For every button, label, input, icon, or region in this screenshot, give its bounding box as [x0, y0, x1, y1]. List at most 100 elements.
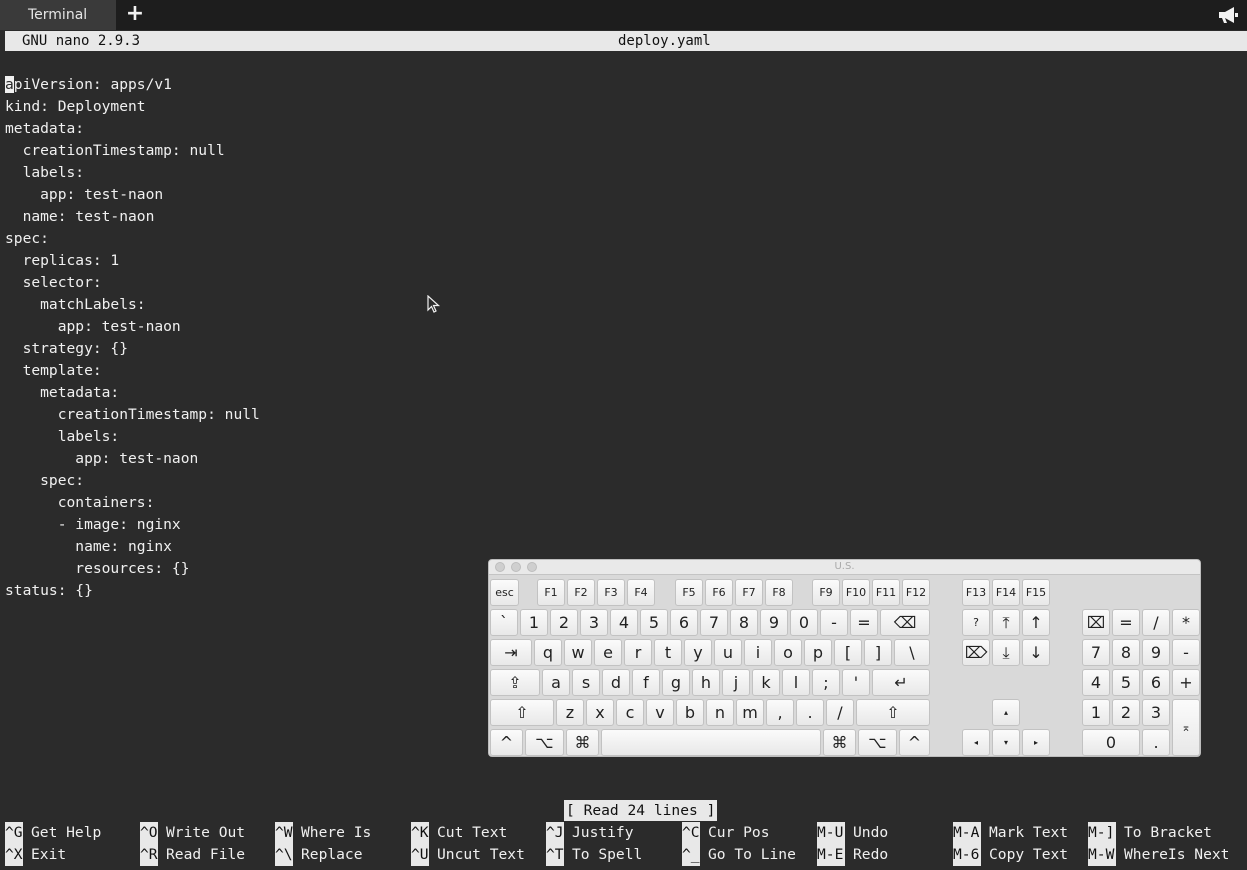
shortcut-get-help[interactable]: ^G Get Help: [5, 822, 101, 844]
key-arrow-up[interactable]: ▴: [992, 699, 1020, 726]
shortcut-whereis-next[interactable]: M-W WhereIs Next: [1088, 844, 1229, 866]
key-numpad-clear[interactable]: ⌧: [1082, 609, 1110, 636]
key-a[interactable]: a: [542, 669, 570, 696]
key-left-control[interactable]: ^: [490, 729, 523, 756]
key-page-up[interactable]: ⤒: [992, 609, 1020, 636]
key-f6[interactable]: F6: [705, 579, 733, 606]
key-m[interactable]: m: [736, 699, 764, 726]
key-esc[interactable]: esc: [490, 579, 519, 606]
key-arrow-left[interactable]: ◂: [962, 729, 990, 756]
key-r[interactable]: r: [624, 639, 652, 666]
key-tab[interactable]: ⇥: [490, 639, 532, 666]
key-right-option[interactable]: ⌥: [858, 729, 897, 756]
key-numpad-decimal[interactable]: .: [1142, 729, 1170, 756]
key-7[interactable]: 7: [700, 609, 728, 636]
shortcut-undo[interactable]: M-U Undo: [817, 822, 888, 844]
editor-buffer[interactable]: apiVersion: apps/v1 kind: Deployment met…: [5, 74, 1245, 602]
key-f3[interactable]: F3: [597, 579, 625, 606]
key-o[interactable]: o: [774, 639, 802, 666]
key-f15[interactable]: F15: [1022, 579, 1050, 606]
key-numpad-4[interactable]: 4: [1082, 669, 1110, 696]
shortcut-go-to-line[interactable]: ^_ Go To Line: [682, 844, 796, 866]
key-i[interactable]: i: [744, 639, 772, 666]
key-numpad-6[interactable]: 6: [1142, 669, 1170, 696]
megaphone-icon[interactable]: [1217, 6, 1239, 24]
key-f[interactable]: f: [632, 669, 660, 696]
shortcut-mark-text[interactable]: M-A Mark Text: [953, 822, 1068, 844]
key-f9[interactable]: F9: [812, 579, 840, 606]
key-equals[interactable]: =: [850, 609, 878, 636]
key-9[interactable]: 9: [760, 609, 788, 636]
key-f10[interactable]: F10: [842, 579, 870, 606]
key-help[interactable]: ?: [962, 609, 990, 636]
key-backtick[interactable]: `: [490, 609, 518, 636]
key-numpad-3[interactable]: 3: [1142, 699, 1170, 726]
key-right-shift[interactable]: ⇧: [856, 699, 930, 726]
key-6[interactable]: 6: [670, 609, 698, 636]
key-d[interactable]: d: [602, 669, 630, 696]
shortcut-where-is[interactable]: ^W Where Is: [275, 822, 371, 844]
close-window-icon[interactable]: [495, 562, 505, 572]
key-minus[interactable]: -: [820, 609, 848, 636]
shortcut-to-spell[interactable]: ^T To Spell: [546, 844, 642, 866]
key-left-option[interactable]: ⌥: [525, 729, 564, 756]
key-b[interactable]: b: [676, 699, 704, 726]
key-f2[interactable]: F2: [567, 579, 595, 606]
key-s[interactable]: s: [572, 669, 600, 696]
key-arrow-down[interactable]: ▾: [992, 729, 1020, 756]
key-c[interactable]: c: [616, 699, 644, 726]
zoom-window-icon[interactable]: [527, 562, 537, 572]
key-q[interactable]: q: [534, 639, 562, 666]
key-left-shift[interactable]: ⇧: [490, 699, 554, 726]
key-p[interactable]: p: [804, 639, 832, 666]
key-numpad-minus[interactable]: -: [1172, 639, 1200, 666]
key-numpad-multiply[interactable]: *: [1172, 609, 1200, 636]
key-numpad-8[interactable]: 8: [1112, 639, 1140, 666]
key-5[interactable]: 5: [640, 609, 668, 636]
key-numpad-1[interactable]: 1: [1082, 699, 1110, 726]
shortcut-write-out[interactable]: ^O Write Out: [140, 822, 245, 844]
key-page-down[interactable]: ⤓: [992, 639, 1020, 666]
key-4[interactable]: 4: [610, 609, 638, 636]
key-0[interactable]: 0: [790, 609, 818, 636]
key-f7[interactable]: F7: [735, 579, 763, 606]
key-numpad-7[interactable]: 7: [1082, 639, 1110, 666]
shortcut-justify[interactable]: ^J Justify: [546, 822, 634, 844]
key-backslash[interactable]: \: [894, 639, 930, 666]
key-right-command[interactable]: ⌘: [823, 729, 856, 756]
key-numpad-plus[interactable]: +: [1172, 669, 1200, 696]
key-left-command[interactable]: ⌘: [566, 729, 599, 756]
shortcut-exit[interactable]: ^X Exit: [5, 844, 66, 866]
key-t[interactable]: t: [654, 639, 682, 666]
key-2[interactable]: 2: [550, 609, 578, 636]
key-f5[interactable]: F5: [675, 579, 703, 606]
shortcut-redo[interactable]: M-E Redo: [817, 844, 888, 866]
key-f11[interactable]: F11: [872, 579, 900, 606]
key-slash[interactable]: /: [826, 699, 854, 726]
key-left-bracket[interactable]: [: [834, 639, 862, 666]
key-numpad-9[interactable]: 9: [1142, 639, 1170, 666]
key-arrow-right[interactable]: ▸: [1022, 729, 1050, 756]
key-caps-lock[interactable]: ⇪: [490, 669, 540, 696]
key-semicolon[interactable]: ;: [812, 669, 840, 696]
key-e[interactable]: e: [594, 639, 622, 666]
minimize-window-icon[interactable]: [511, 562, 521, 572]
key-numpad-2[interactable]: 2: [1112, 699, 1140, 726]
key-forward-delete[interactable]: ⌦: [962, 639, 990, 666]
new-tab-button[interactable]: +: [124, 2, 146, 26]
shortcut-uncut-text[interactable]: ^U Uncut Text: [411, 844, 525, 866]
key-f14[interactable]: F14: [992, 579, 1020, 606]
key-f4[interactable]: F4: [627, 579, 655, 606]
key-3[interactable]: 3: [580, 609, 608, 636]
shortcut-cur-pos[interactable]: ^C Cur Pos: [682, 822, 770, 844]
key-f13[interactable]: F13: [962, 579, 990, 606]
key-8[interactable]: 8: [730, 609, 758, 636]
key-w[interactable]: w: [564, 639, 592, 666]
key-f8[interactable]: F8: [765, 579, 793, 606]
key-numpad-equals[interactable]: =: [1112, 609, 1140, 636]
key-nav-down[interactable]: ↓: [1022, 639, 1050, 666]
key-period[interactable]: .: [796, 699, 824, 726]
key-numpad-enter[interactable]: ⌅: [1172, 699, 1200, 756]
key-z[interactable]: z: [556, 699, 584, 726]
key-1[interactable]: 1: [520, 609, 548, 636]
